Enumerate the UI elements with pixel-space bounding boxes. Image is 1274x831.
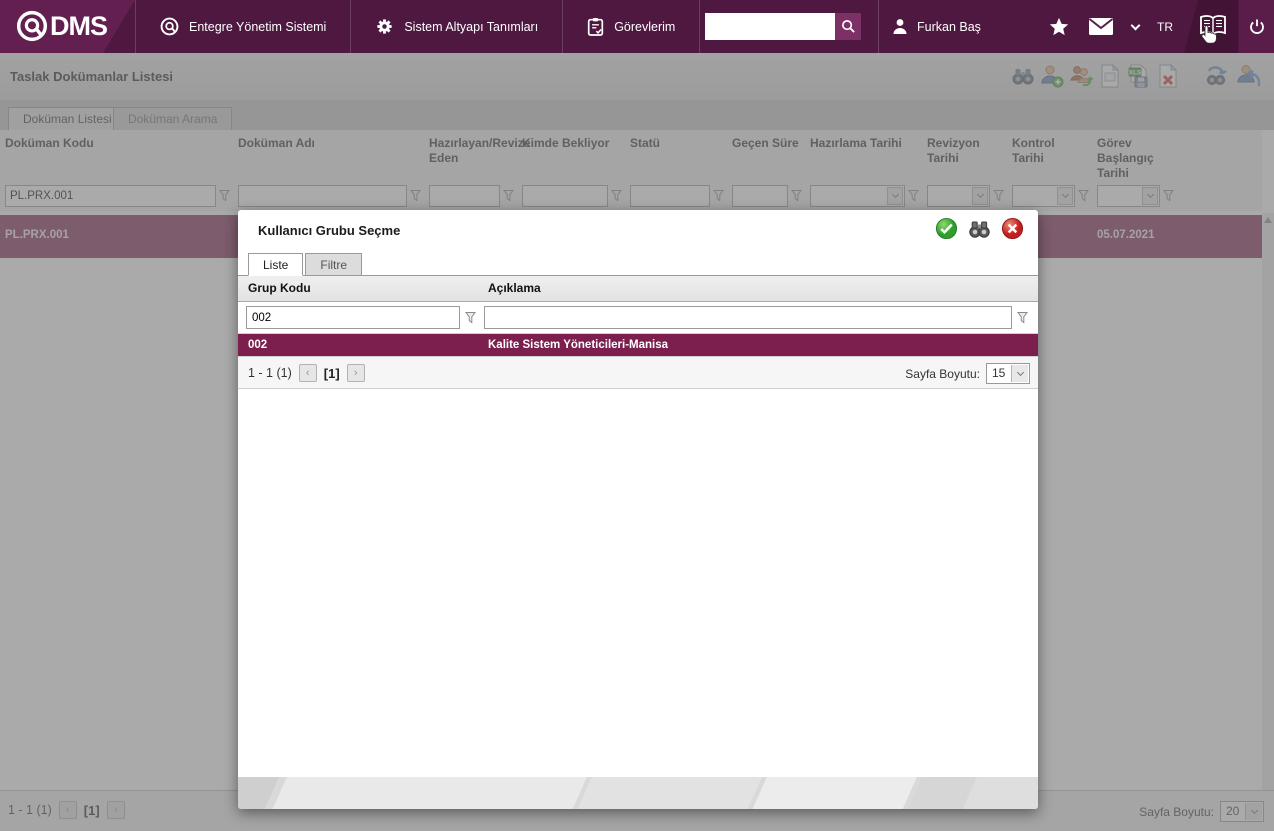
dialog-footer bbox=[238, 777, 1038, 809]
prev-page-button[interactable]: ‹ bbox=[298, 364, 317, 382]
menu-item-entegre-yonetim-sistemi[interactable]: Entegre Yönetim Sistemi bbox=[135, 0, 352, 53]
tab-label: Filtre bbox=[320, 257, 348, 272]
grid-header-row: Grup Kodu Açıklama bbox=[238, 276, 1038, 302]
cell-grup-kodu: 002 bbox=[248, 339, 268, 351]
next-page-button[interactable]: › bbox=[346, 364, 365, 382]
dialog-body: Kullanıcı Grubu Seçme Liste Filtre Grup … bbox=[238, 210, 1038, 777]
power-icon bbox=[1247, 17, 1267, 37]
page-size-select[interactable]: 15 bbox=[986, 363, 1030, 384]
filter-funnel-icon[interactable] bbox=[465, 311, 476, 324]
footer-band bbox=[264, 777, 592, 809]
dialog-header: Kullanıcı Grubu Seçme bbox=[238, 210, 1038, 250]
column-header-grup-kodu[interactable]: Grup Kodu bbox=[238, 276, 478, 301]
chevron-down-icon bbox=[1130, 20, 1141, 30]
messages-button[interactable] bbox=[1088, 0, 1114, 53]
user-icon bbox=[892, 18, 908, 35]
close-button[interactable] bbox=[1001, 217, 1024, 240]
pager: 1 - 1 (1) ‹ [1] › bbox=[248, 364, 365, 382]
group-grid: Grup Kodu Açıklama 002 Kalite Sistem Yön… bbox=[238, 275, 1038, 389]
tab-liste[interactable]: Liste bbox=[248, 253, 304, 276]
search-button[interactable] bbox=[835, 13, 861, 40]
divider bbox=[878, 0, 879, 53]
filter-input-grup-kodu[interactable] bbox=[246, 306, 460, 329]
favorites-button[interactable] bbox=[1048, 0, 1070, 53]
user-name: Furkan Baş bbox=[917, 19, 981, 34]
main-menu: Entegre Yönetim Sistemi Sistem Altyapı T… bbox=[135, 0, 701, 53]
tab-filtre[interactable]: Filtre bbox=[305, 253, 363, 276]
dialog-header-buttons bbox=[935, 217, 1024, 240]
mouse-cursor-hand bbox=[1201, 24, 1218, 44]
top-navbar: DMS Entegre Yönetim Sistemi Sistem Altya… bbox=[0, 0, 1274, 53]
menu-item-gorevlerim[interactable]: Görevlerim bbox=[563, 0, 701, 53]
chevron-down-icon bbox=[1016, 368, 1024, 377]
more-dropdown-button[interactable] bbox=[1130, 0, 1141, 53]
app-logo[interactable]: DMS bbox=[16, 10, 108, 42]
current-page: [1] bbox=[323, 365, 340, 381]
page-size-control: Sayfa Boyutu: 15 bbox=[905, 363, 1030, 384]
language-label: TR bbox=[1157, 19, 1173, 34]
grid-filter-row bbox=[238, 302, 1038, 334]
search-groups-button[interactable] bbox=[967, 218, 992, 240]
user-group-select-dialog: Kullanıcı Grubu Seçme Liste Filtre Grup … bbox=[238, 210, 1038, 809]
search-input[interactable] bbox=[705, 13, 835, 40]
language-selector[interactable]: TR bbox=[1157, 0, 1173, 53]
column-header-aciklama[interactable]: Açıklama bbox=[478, 276, 1038, 301]
logo-text: DMS bbox=[50, 10, 108, 41]
footer-band bbox=[744, 777, 922, 809]
menu-item-sistem-altyapi-tanimlari[interactable]: Sistem Altyapı Tanımları bbox=[351, 0, 564, 53]
menu-label: Görevlerim bbox=[614, 19, 676, 34]
cell-aciklama: Kalite Sistem Yöneticileri-Manisa bbox=[488, 339, 669, 351]
filter-funnel-icon[interactable] bbox=[1017, 311, 1028, 324]
page-size-value: 15 bbox=[992, 366, 1006, 380]
pager-range: 1 - 1 (1) bbox=[248, 366, 292, 380]
search-icon bbox=[841, 19, 856, 34]
qdms-logo-icon bbox=[16, 10, 48, 42]
gear-icon bbox=[375, 17, 394, 36]
dialog-tabstrip: Liste Filtre bbox=[248, 253, 363, 276]
menu-label: Sistem Altyapı Tanımları bbox=[404, 19, 539, 34]
dialog-pagination-bar: 1 - 1 (1) ‹ [1] › Sayfa Boyutu: 15 bbox=[238, 356, 1038, 389]
page-size-label: Sayfa Boyutu: bbox=[905, 366, 980, 381]
user-menu[interactable]: Furkan Baş bbox=[892, 0, 981, 53]
qdms-circle-icon bbox=[160, 17, 179, 36]
star-icon bbox=[1048, 16, 1070, 38]
group-row-selected[interactable]: 002 Kalite Sistem Yöneticileri-Manisa bbox=[238, 334, 1038, 356]
dialog-title: Kullanıcı Grubu Seçme bbox=[258, 223, 401, 238]
mail-icon bbox=[1088, 17, 1114, 36]
tasks-clipboard-icon bbox=[587, 17, 604, 36]
logout-button[interactable] bbox=[1247, 0, 1267, 53]
filter-input-aciklama[interactable] bbox=[484, 306, 1012, 329]
tab-label: Liste bbox=[263, 257, 289, 272]
footer-band bbox=[569, 777, 767, 809]
confirm-button[interactable] bbox=[935, 217, 958, 240]
global-search bbox=[705, 13, 861, 40]
menu-label: Entegre Yönetim Sistemi bbox=[189, 19, 327, 34]
